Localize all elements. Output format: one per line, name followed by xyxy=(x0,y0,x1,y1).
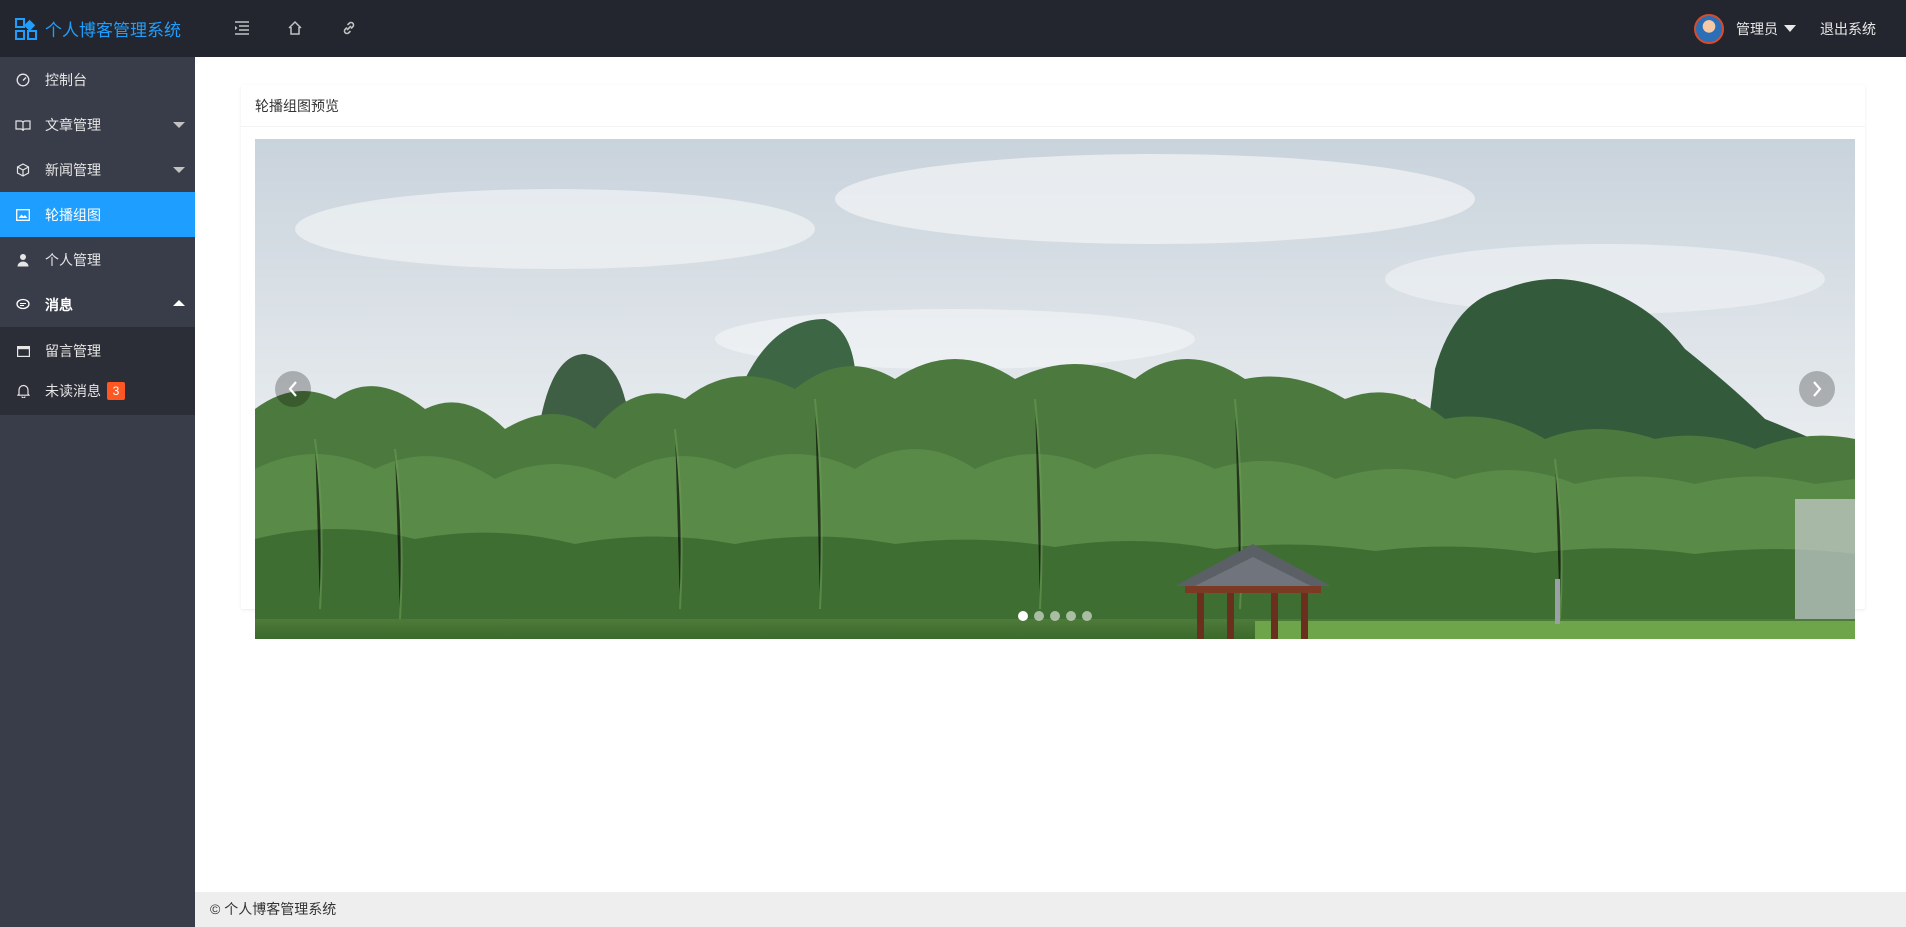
sidebar-item-label: 轮播组图 xyxy=(45,206,101,223)
sidebar-item-dashboard[interactable]: 控制台 xyxy=(0,57,195,102)
sidebar-item-label: 未读消息 xyxy=(45,383,101,399)
caret-down-icon xyxy=(1784,25,1796,32)
carousel-prev-button[interactable] xyxy=(275,371,311,407)
app-logo[interactable]: 个人博客管理系统 xyxy=(15,0,181,57)
dashboard-icon xyxy=(15,72,31,88)
carousel-dot[interactable] xyxy=(1018,611,1028,621)
card-title: 轮播组图预览 xyxy=(241,85,1865,127)
user-icon xyxy=(15,252,31,268)
sidebar-item-carousel[interactable]: 轮播组图 xyxy=(0,192,195,237)
link-icon[interactable] xyxy=(337,16,361,40)
chevron-down-icon xyxy=(173,122,185,128)
sidebar-item-label: 控制台 xyxy=(45,71,87,88)
chevron-right-icon xyxy=(1813,381,1822,397)
carousel-dot[interactable] xyxy=(1066,611,1076,621)
sidebar-item-news[interactable]: 新闻管理 xyxy=(0,147,195,192)
sidebar: 控制台 文章管理 新闻管理 轮播组图 个人管理 消息 留言管理 未读消息 3 xyxy=(0,57,195,927)
sidebar-item-comments[interactable]: 留言管理 xyxy=(0,331,195,371)
unread-badge: 3 xyxy=(107,382,125,400)
sidebar-item-label: 文章管理 xyxy=(45,116,101,133)
carousel-image xyxy=(255,139,1855,639)
image-icon xyxy=(15,207,31,223)
chevron-up-icon xyxy=(173,300,185,306)
messages-submenu: 留言管理 未读消息 3 xyxy=(0,327,195,415)
avatar[interactable] xyxy=(1694,13,1724,44)
menu-toggle-icon[interactable] xyxy=(230,16,254,40)
chevron-down-icon xyxy=(173,167,185,173)
main-content: 轮播组图预览 xyxy=(195,57,1906,892)
apps-icon xyxy=(15,17,37,40)
sidebar-item-label: 个人管理 xyxy=(45,251,101,268)
carousel-dot[interactable] xyxy=(1050,611,1060,621)
user-area: 管理员 退出系统 xyxy=(1694,0,1906,57)
logout-link[interactable]: 退出系统 xyxy=(1820,19,1876,39)
sidebar-item-label: 留言管理 xyxy=(45,343,101,359)
carousel-dot[interactable] xyxy=(1082,611,1092,621)
chat-icon xyxy=(15,297,31,313)
window-icon xyxy=(15,343,31,359)
carousel-indicators xyxy=(255,611,1855,621)
sidebar-item-label: 消息 xyxy=(45,296,73,313)
sidebar-item-profile[interactable]: 个人管理 xyxy=(0,237,195,282)
app-title: 个人博客管理系统 xyxy=(45,21,181,40)
top-header: 个人博客管理系统 管理员 退出系统 xyxy=(0,0,1906,57)
sidebar-item-messages[interactable]: 消息 xyxy=(0,282,195,327)
sidebar-item-unread[interactable]: 未读消息 3 xyxy=(0,371,195,411)
sidebar-item-label: 新闻管理 xyxy=(45,161,101,178)
user-name: 管理员 xyxy=(1736,20,1778,37)
sidebar-item-articles[interactable]: 文章管理 xyxy=(0,102,195,147)
chevron-left-icon xyxy=(288,381,297,397)
book-icon xyxy=(15,117,31,133)
carousel-card: 轮播组图预览 xyxy=(241,85,1865,639)
carousel[interactable] xyxy=(255,139,1855,639)
carousel-dot[interactable] xyxy=(1034,611,1044,621)
footer: © 个人博客管理系统 xyxy=(195,892,1906,927)
bell-icon xyxy=(15,383,31,399)
home-icon[interactable] xyxy=(283,16,307,40)
carousel-next-button[interactable] xyxy=(1799,371,1835,407)
cube-icon xyxy=(15,162,31,178)
user-menu[interactable]: 管理员 xyxy=(1736,19,1796,39)
